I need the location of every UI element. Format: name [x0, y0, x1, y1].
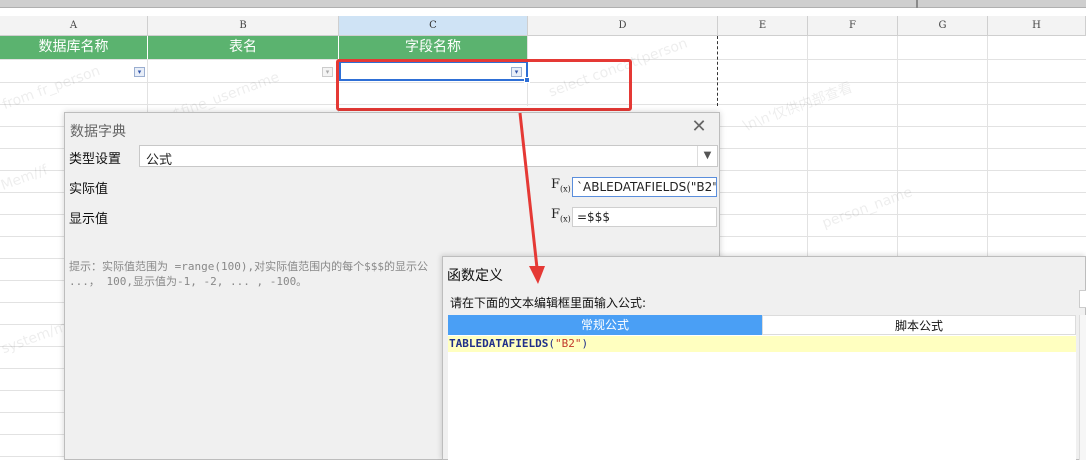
scroll-thumb[interactable]: [916, 0, 918, 8]
tab-script-formula[interactable]: 脚本公式: [762, 315, 1076, 335]
fx-letter: F: [551, 177, 561, 192]
tab-regular-formula[interactable]: 常规公式: [448, 315, 762, 335]
header-cell-db-name[interactable]: 数据库名称: [0, 36, 148, 59]
formula-prompt: 请在下面的文本编辑框里面输入公式:: [450, 296, 647, 310]
annotation-highlight-box: [336, 59, 632, 111]
fx-subscript: (x): [560, 214, 571, 224]
formula-editor[interactable]: 常规公式 脚本公式 TABLEDATAFIELDS("B2"): [448, 315, 1076, 460]
page-break-line: [717, 36, 718, 106]
hint-line: 提示：实际值范围为 =range(100),对实际值范围内的每个$$$的显示公: [69, 260, 428, 273]
fx-letter: F: [551, 207, 561, 222]
column-header-h[interactable]: H: [988, 16, 1086, 36]
actual-value-formula-field[interactable]: `ABLEDATAFIELDS("B2"): [572, 177, 717, 197]
type-setting-label: 类型设置: [69, 152, 122, 167]
column-header-e[interactable]: E: [718, 16, 808, 36]
chevron-down-icon[interactable]: ▼: [697, 146, 717, 166]
watermark: from fr_person: [0, 62, 103, 114]
header-cell-table-name[interactable]: 表名: [148, 36, 339, 59]
column-header-d[interactable]: D: [528, 16, 718, 36]
hint-line: ...， 100,显示值为-1, -2, ... , -100。: [69, 275, 308, 288]
cell-dropdown-icon[interactable]: ▾: [322, 67, 333, 77]
formula-close-paren: ): [581, 337, 589, 350]
column-header-f[interactable]: F: [808, 16, 898, 36]
watermark: Mem//f: [0, 162, 50, 194]
actual-value-label: 实际值: [69, 182, 109, 197]
column-header-g[interactable]: G: [898, 16, 988, 36]
type-select[interactable]: 公式 ▼: [139, 145, 718, 168]
formula-tabs: 常规公式 脚本公式: [448, 315, 1076, 335]
fx-subscript: (x): [560, 184, 571, 194]
display-value-label: 显示值: [69, 212, 109, 227]
grid-line: [147, 59, 148, 115]
formula-function-name: TABLEDATAFIELDS: [449, 337, 549, 350]
dialog-title: 数据字典: [70, 124, 126, 140]
formula-fx-icon[interactable]: F(x): [551, 177, 571, 194]
type-select-value: 公式: [146, 153, 173, 168]
column-header-a[interactable]: A: [0, 16, 148, 36]
formula-fx-icon[interactable]: F(x): [551, 207, 571, 224]
cell-dropdown-icon[interactable]: ▾: [134, 67, 145, 77]
formula-code-line[interactable]: TABLEDATAFIELDS("B2"): [448, 336, 1076, 352]
header-cell-field-name[interactable]: 字段名称: [339, 36, 528, 59]
formula-open-paren: (: [548, 337, 555, 350]
formula-argument: "B2": [554, 337, 582, 350]
display-value-formula-field[interactable]: =$$$: [572, 207, 717, 227]
function-definition-dialog: 函数定义 请在下面的文本编辑框里面输入公式: 常规公式 脚本公式 TABLEDA…: [442, 256, 1086, 460]
dialog-title: 函数定义: [447, 268, 503, 284]
editor-scrollbar[interactable]: [1079, 315, 1086, 460]
column-header-c[interactable]: C: [339, 16, 528, 36]
top-scrollbar-strip: [0, 0, 1086, 8]
close-icon[interactable]: ✕: [689, 117, 709, 137]
hint-text: 提示：实际值范围为 =range(100),对实际值范围内的每个$$$的显示公 …: [69, 259, 449, 289]
side-panel-edge: [1079, 290, 1086, 308]
column-header-b[interactable]: B: [148, 16, 339, 36]
